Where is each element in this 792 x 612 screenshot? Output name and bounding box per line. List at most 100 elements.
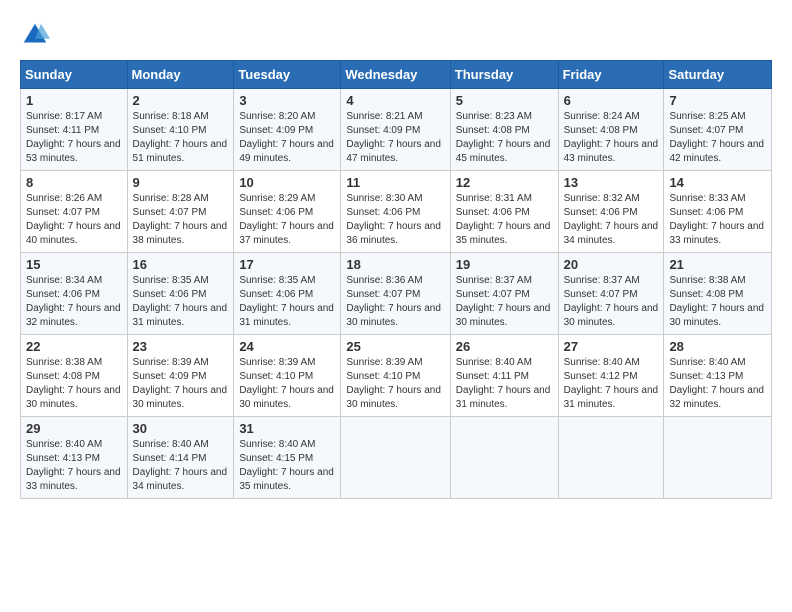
day-cell-12: 12 Sunrise: 8:31 AM Sunset: 4:06 PM Dayl… <box>450 171 558 253</box>
day-number: 7 <box>669 93 766 108</box>
empty-cell <box>341 417 450 499</box>
day-header-thursday: Thursday <box>450 61 558 89</box>
calendar-table: SundayMondayTuesdayWednesdayThursdayFrid… <box>20 60 772 499</box>
day-number: 12 <box>456 175 553 190</box>
day-cell-20: 20 Sunrise: 8:37 AM Sunset: 4:07 PM Dayl… <box>558 253 664 335</box>
cell-content: Sunrise: 8:36 AM Sunset: 4:07 PM Dayligh… <box>346 274 444 330</box>
day-cell-6: 6 Sunrise: 8:24 AM Sunset: 4:08 PM Dayli… <box>558 89 664 171</box>
day-cell-4: 4 Sunrise: 8:21 AM Sunset: 4:09 PM Dayli… <box>341 89 450 171</box>
day-number: 24 <box>239 339 335 354</box>
day-number: 10 <box>239 175 335 190</box>
cell-content: Sunrise: 8:32 AM Sunset: 4:06 PM Dayligh… <box>564 192 659 248</box>
day-header-tuesday: Tuesday <box>234 61 341 89</box>
day-number: 28 <box>669 339 766 354</box>
day-cell-7: 7 Sunrise: 8:25 AM Sunset: 4:07 PM Dayli… <box>664 89 772 171</box>
day-cell-21: 21 Sunrise: 8:38 AM Sunset: 4:08 PM Dayl… <box>664 253 772 335</box>
cell-content: Sunrise: 8:40 AM Sunset: 4:13 PM Dayligh… <box>26 438 122 494</box>
day-number: 29 <box>26 421 122 436</box>
day-cell-18: 18 Sunrise: 8:36 AM Sunset: 4:07 PM Dayl… <box>341 253 450 335</box>
cell-content: Sunrise: 8:23 AM Sunset: 4:08 PM Dayligh… <box>456 110 553 166</box>
day-cell-13: 13 Sunrise: 8:32 AM Sunset: 4:06 PM Dayl… <box>558 171 664 253</box>
day-cell-15: 15 Sunrise: 8:34 AM Sunset: 4:06 PM Dayl… <box>21 253 128 335</box>
week-row-2: 8 Sunrise: 8:26 AM Sunset: 4:07 PM Dayli… <box>21 171 772 253</box>
day-number: 27 <box>564 339 659 354</box>
cell-content: Sunrise: 8:37 AM Sunset: 4:07 PM Dayligh… <box>456 274 553 330</box>
cell-content: Sunrise: 8:29 AM Sunset: 4:06 PM Dayligh… <box>239 192 335 248</box>
empty-cell <box>558 417 664 499</box>
day-number: 21 <box>669 257 766 272</box>
cell-content: Sunrise: 8:39 AM Sunset: 4:10 PM Dayligh… <box>346 356 444 412</box>
day-number: 30 <box>133 421 229 436</box>
day-number: 9 <box>133 175 229 190</box>
day-cell-30: 30 Sunrise: 8:40 AM Sunset: 4:14 PM Dayl… <box>127 417 234 499</box>
cell-content: Sunrise: 8:40 AM Sunset: 4:12 PM Dayligh… <box>564 356 659 412</box>
cell-content: Sunrise: 8:17 AM Sunset: 4:11 PM Dayligh… <box>26 110 122 166</box>
day-number: 25 <box>346 339 444 354</box>
day-cell-8: 8 Sunrise: 8:26 AM Sunset: 4:07 PM Dayli… <box>21 171 128 253</box>
day-cell-26: 26 Sunrise: 8:40 AM Sunset: 4:11 PM Dayl… <box>450 335 558 417</box>
day-number: 19 <box>456 257 553 272</box>
cell-content: Sunrise: 8:33 AM Sunset: 4:06 PM Dayligh… <box>669 192 766 248</box>
cell-content: Sunrise: 8:40 AM Sunset: 4:11 PM Dayligh… <box>456 356 553 412</box>
day-cell-5: 5 Sunrise: 8:23 AM Sunset: 4:08 PM Dayli… <box>450 89 558 171</box>
day-cell-10: 10 Sunrise: 8:29 AM Sunset: 4:06 PM Dayl… <box>234 171 341 253</box>
day-number: 31 <box>239 421 335 436</box>
day-cell-17: 17 Sunrise: 8:35 AM Sunset: 4:06 PM Dayl… <box>234 253 341 335</box>
day-number: 5 <box>456 93 553 108</box>
day-cell-25: 25 Sunrise: 8:39 AM Sunset: 4:10 PM Dayl… <box>341 335 450 417</box>
day-header-friday: Friday <box>558 61 664 89</box>
cell-content: Sunrise: 8:38 AM Sunset: 4:08 PM Dayligh… <box>669 274 766 330</box>
day-number: 26 <box>456 339 553 354</box>
day-cell-2: 2 Sunrise: 8:18 AM Sunset: 4:10 PM Dayli… <box>127 89 234 171</box>
day-number: 4 <box>346 93 444 108</box>
day-cell-24: 24 Sunrise: 8:39 AM Sunset: 4:10 PM Dayl… <box>234 335 341 417</box>
cell-content: Sunrise: 8:39 AM Sunset: 4:10 PM Dayligh… <box>239 356 335 412</box>
day-cell-1: 1 Sunrise: 8:17 AM Sunset: 4:11 PM Dayli… <box>21 89 128 171</box>
cell-content: Sunrise: 8:20 AM Sunset: 4:09 PM Dayligh… <box>239 110 335 166</box>
cell-content: Sunrise: 8:34 AM Sunset: 4:06 PM Dayligh… <box>26 274 122 330</box>
week-row-4: 22 Sunrise: 8:38 AM Sunset: 4:08 PM Dayl… <box>21 335 772 417</box>
cell-content: Sunrise: 8:24 AM Sunset: 4:08 PM Dayligh… <box>564 110 659 166</box>
day-number: 6 <box>564 93 659 108</box>
cell-content: Sunrise: 8:21 AM Sunset: 4:09 PM Dayligh… <box>346 110 444 166</box>
day-number: 13 <box>564 175 659 190</box>
cell-content: Sunrise: 8:37 AM Sunset: 4:07 PM Dayligh… <box>564 274 659 330</box>
day-cell-9: 9 Sunrise: 8:28 AM Sunset: 4:07 PM Dayli… <box>127 171 234 253</box>
day-number: 22 <box>26 339 122 354</box>
cell-content: Sunrise: 8:35 AM Sunset: 4:06 PM Dayligh… <box>239 274 335 330</box>
cell-content: Sunrise: 8:30 AM Sunset: 4:06 PM Dayligh… <box>346 192 444 248</box>
day-cell-29: 29 Sunrise: 8:40 AM Sunset: 4:13 PM Dayl… <box>21 417 128 499</box>
logo-icon <box>20 20 50 50</box>
cell-content: Sunrise: 8:40 AM Sunset: 4:14 PM Dayligh… <box>133 438 229 494</box>
day-header-saturday: Saturday <box>664 61 772 89</box>
cell-content: Sunrise: 8:26 AM Sunset: 4:07 PM Dayligh… <box>26 192 122 248</box>
day-number: 8 <box>26 175 122 190</box>
cell-content: Sunrise: 8:39 AM Sunset: 4:09 PM Dayligh… <box>133 356 229 412</box>
cell-content: Sunrise: 8:18 AM Sunset: 4:10 PM Dayligh… <box>133 110 229 166</box>
day-cell-23: 23 Sunrise: 8:39 AM Sunset: 4:09 PM Dayl… <box>127 335 234 417</box>
day-number: 14 <box>669 175 766 190</box>
calendar-header-row: SundayMondayTuesdayWednesdayThursdayFrid… <box>21 61 772 89</box>
day-number: 20 <box>564 257 659 272</box>
page-header <box>20 20 772 50</box>
day-number: 15 <box>26 257 122 272</box>
day-header-monday: Monday <box>127 61 234 89</box>
day-cell-31: 31 Sunrise: 8:40 AM Sunset: 4:15 PM Dayl… <box>234 417 341 499</box>
day-number: 1 <box>26 93 122 108</box>
empty-cell <box>664 417 772 499</box>
day-number: 18 <box>346 257 444 272</box>
week-row-3: 15 Sunrise: 8:34 AM Sunset: 4:06 PM Dayl… <box>21 253 772 335</box>
day-cell-28: 28 Sunrise: 8:40 AM Sunset: 4:13 PM Dayl… <box>664 335 772 417</box>
day-cell-14: 14 Sunrise: 8:33 AM Sunset: 4:06 PM Dayl… <box>664 171 772 253</box>
day-header-wednesday: Wednesday <box>341 61 450 89</box>
cell-content: Sunrise: 8:40 AM Sunset: 4:13 PM Dayligh… <box>669 356 766 412</box>
empty-cell <box>450 417 558 499</box>
day-cell-11: 11 Sunrise: 8:30 AM Sunset: 4:06 PM Dayl… <box>341 171 450 253</box>
cell-content: Sunrise: 8:31 AM Sunset: 4:06 PM Dayligh… <box>456 192 553 248</box>
day-number: 23 <box>133 339 229 354</box>
day-header-sunday: Sunday <box>21 61 128 89</box>
day-cell-3: 3 Sunrise: 8:20 AM Sunset: 4:09 PM Dayli… <box>234 89 341 171</box>
week-row-1: 1 Sunrise: 8:17 AM Sunset: 4:11 PM Dayli… <box>21 89 772 171</box>
day-number: 3 <box>239 93 335 108</box>
cell-content: Sunrise: 8:28 AM Sunset: 4:07 PM Dayligh… <box>133 192 229 248</box>
